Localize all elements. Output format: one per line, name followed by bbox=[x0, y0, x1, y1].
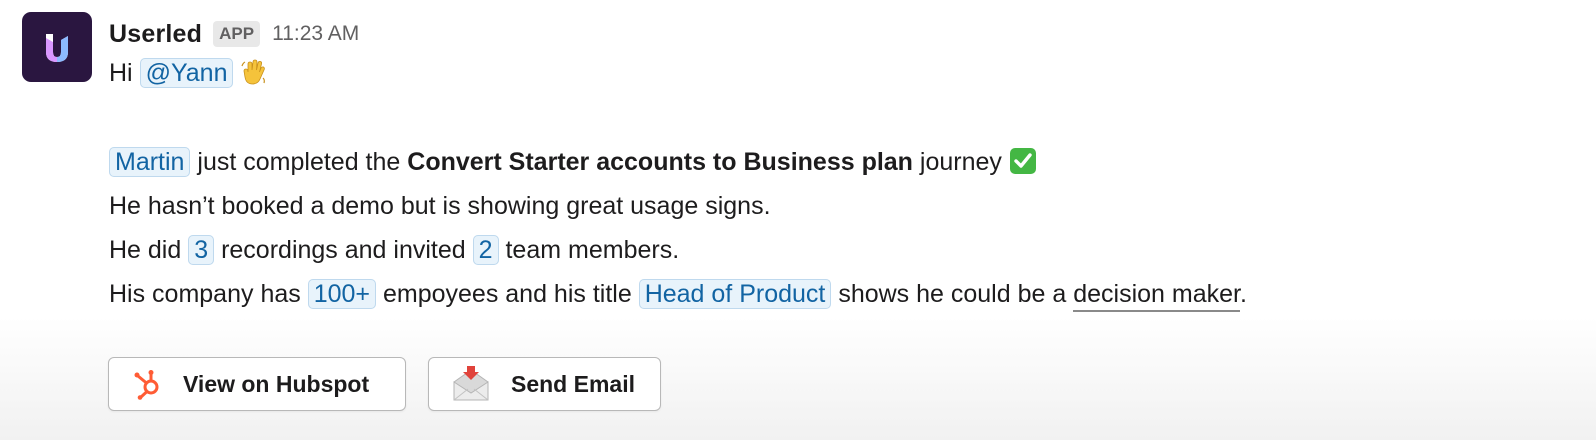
activity-suffix: team members. bbox=[505, 236, 680, 264]
message-timestamp[interactable]: 11:23 AM bbox=[272, 22, 359, 46]
user-mention[interactable]: @Yann bbox=[139, 58, 234, 88]
send-email-label: Send Email bbox=[511, 370, 635, 397]
journey-line: Martin just completed the Convert Starte… bbox=[109, 147, 1576, 177]
message-header: Userled APP 11:23 AM bbox=[109, 14, 1576, 54]
activity-line: He did 3 recordings and invited 2 team m… bbox=[109, 235, 1576, 265]
envelope-icon bbox=[451, 366, 491, 402]
job-title[interactable]: Head of Product bbox=[638, 279, 832, 309]
view-on-hubspot-label: View on Hubspot bbox=[183, 370, 370, 397]
slack-message: Userled APP 11:23 AM Hi @Yann Martin jus… bbox=[0, 0, 1596, 440]
hubspot-icon bbox=[133, 368, 163, 400]
recordings-count[interactable]: 3 bbox=[188, 235, 215, 265]
company-prefix: His company has bbox=[109, 280, 301, 308]
view-on-hubspot-button[interactable]: View on Hubspot bbox=[108, 357, 406, 411]
company-mid: empoyees and his title bbox=[382, 280, 632, 308]
waving-hand-emoji bbox=[240, 58, 268, 93]
journey-suffix: journey bbox=[919, 148, 1002, 176]
send-email-button[interactable]: Send Email bbox=[428, 357, 661, 411]
app-badge: APP bbox=[213, 21, 261, 47]
userled-avatar[interactable] bbox=[22, 12, 92, 82]
check-mark-button-emoji bbox=[1009, 147, 1037, 182]
activity-mid: recordings and invited bbox=[221, 236, 466, 264]
employees-count[interactable]: 100+ bbox=[307, 279, 377, 309]
company-end: . bbox=[1239, 280, 1247, 308]
decision-maker-text: decision maker bbox=[1073, 280, 1240, 312]
message-content: Userled APP 11:23 AM Hi @Yann Martin jus… bbox=[109, 14, 1576, 312]
journey-name: Convert Starter accounts to Business pla… bbox=[407, 148, 913, 176]
greeting-prefix: Hi bbox=[109, 59, 133, 87]
company-line: His company has 100+ empoyees and his ti… bbox=[109, 279, 1576, 312]
company-suffix: shows he could be a bbox=[838, 280, 1067, 308]
userled-logo-icon bbox=[46, 34, 68, 62]
members-count[interactable]: 2 bbox=[472, 235, 499, 265]
sender-name[interactable]: Userled bbox=[109, 20, 202, 49]
activity-prefix: He did bbox=[109, 236, 182, 264]
journey-mid-text: just completed the bbox=[197, 148, 401, 176]
greeting-line: Hi @Yann bbox=[109, 58, 1576, 88]
usage-line: He hasn’t booked a demo but is showing g… bbox=[109, 192, 771, 220]
name-mention[interactable]: Martin bbox=[109, 147, 191, 177]
action-buttons: View on Hubspot Send Email bbox=[108, 357, 661, 411]
